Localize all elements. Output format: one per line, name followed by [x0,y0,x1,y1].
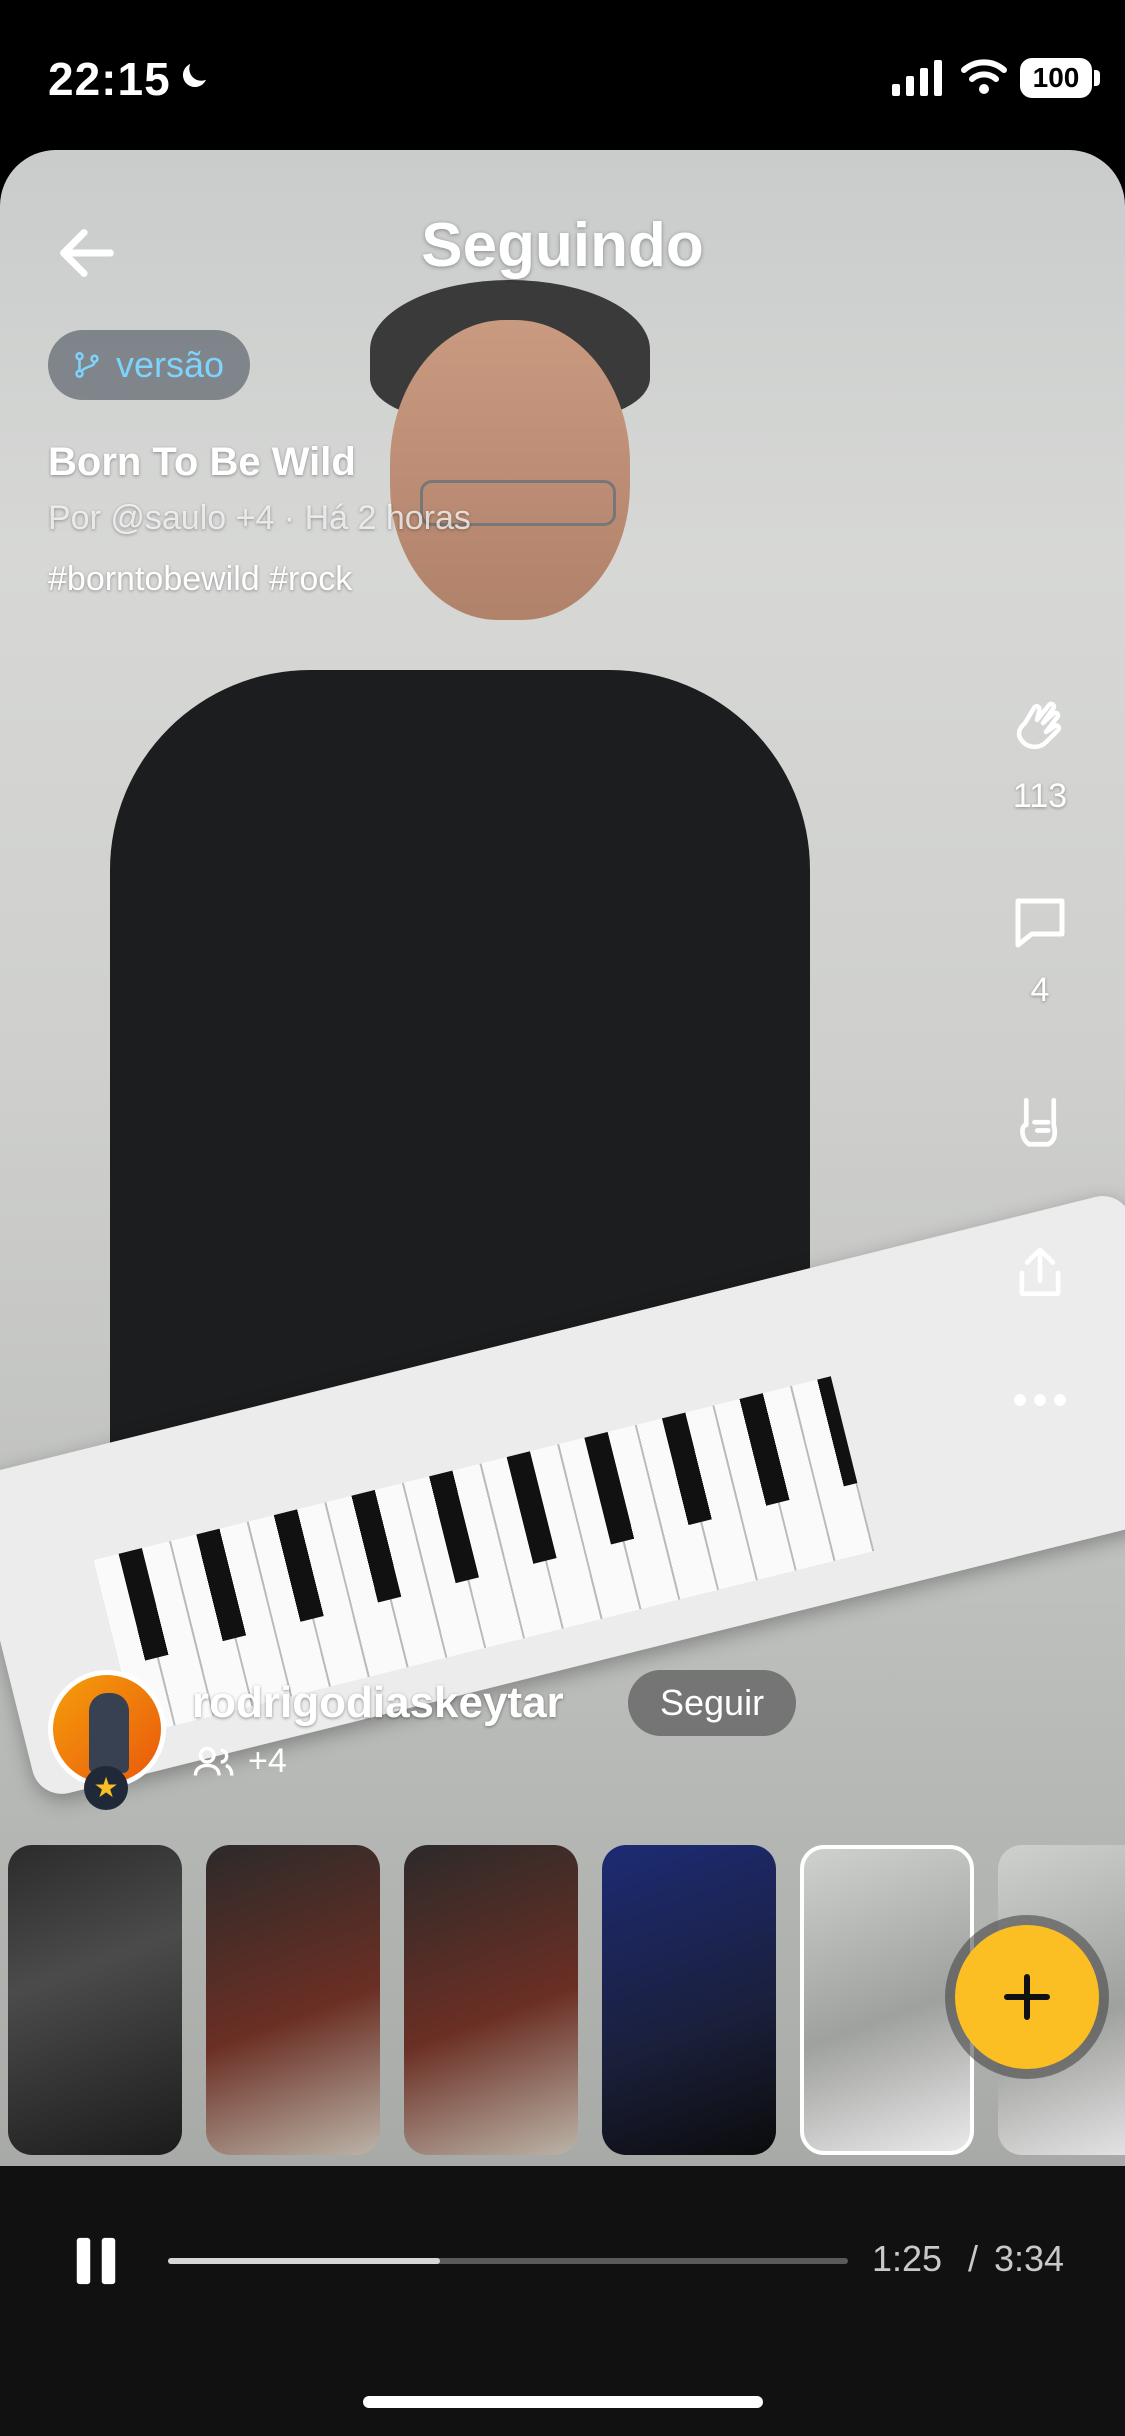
time-current: 1:25 [872,2238,943,2279]
comment-icon [1015,898,1065,948]
people-icon [193,1746,234,1776]
moon-icon [182,64,206,88]
progress-fill [168,2258,440,2264]
star-badge-icon: ★ [84,1766,128,1810]
battery-indicator: 100 [1020,58,1092,98]
thumbnail-4[interactable] [602,1845,776,2155]
thumbnail-5[interactable] [800,1845,974,2155]
thumbnail-1[interactable] [8,1845,182,2155]
song-author[interactable]: Por @saulo +4 · Há 2 horas [48,499,748,538]
plus-icon [1004,1974,1050,2020]
more-action[interactable] [955,1390,1125,1415]
song-title: Born To Be Wild [48,440,356,484]
follow-button[interactable]: Seguir [628,1670,797,1736]
home-indicator [363,2396,763,2408]
time-total: 3:34 [994,2238,1065,2279]
collaborators-count: +4 [248,1742,287,1780]
status-bar: 22:15 100 [0,0,1125,150]
share-action[interactable] [955,1240,1125,1311]
thumbnail-3[interactable] [404,1845,578,2155]
clap-action[interactable]: 113 [955,690,1125,816]
collaborators[interactable]: +4 [192,1742,287,1781]
rock-action[interactable] [955,1090,1125,1165]
rock-hand-icon [1020,1097,1058,1147]
page-title: Seguindo [421,211,704,280]
song-tags[interactable]: #borntobewild #rock [48,560,748,599]
add-version-button[interactable] [955,1925,1099,2069]
creator-username[interactable]: rodrigodiaskeytar [192,1678,564,1728]
song-meta: Born To Be Wild Por @saulo +4 · Há 2 hor… [48,440,748,599]
signal-icon [892,60,942,96]
status-time: 22:15 [48,53,171,105]
wifi-icon [961,59,1007,94]
comment-action[interactable]: 4 [955,890,1125,1010]
clap-icon [1016,701,1062,750]
battery-tip [1094,70,1100,86]
version-chip-label: versão [116,344,225,385]
clap-count: 113 [1012,777,1068,815]
pause-icon[interactable] [74,2236,118,2286]
branch-icon [75,351,99,379]
more-icon [1014,1394,1066,1406]
thumbnail-2[interactable] [206,1845,380,2155]
comment-count: 4 [1030,971,1050,1009]
time-separator: / [968,2238,979,2279]
avatar-figure [89,1693,129,1773]
progress-bar[interactable] [168,2258,848,2264]
version-chip[interactable]: versão [48,330,251,400]
share-icon [1019,1247,1061,1296]
top-bar: Seguindo [0,190,1125,300]
